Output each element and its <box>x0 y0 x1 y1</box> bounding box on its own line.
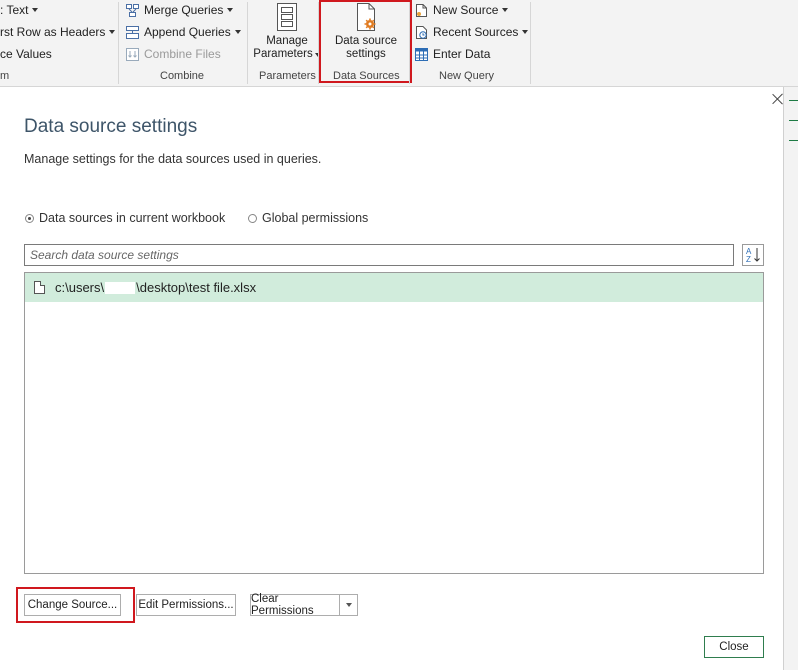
append-queries-label: Append Queries <box>144 25 231 39</box>
chevron-down-icon <box>345 603 352 607</box>
file-icon <box>34 281 45 294</box>
background-window-edge <box>783 87 798 670</box>
chevron-down-icon <box>32 8 39 12</box>
data-type-label: : Text <box>0 3 29 17</box>
append-queries-icon <box>126 25 139 39</box>
ribbon-divider <box>530 2 531 84</box>
replace-values-label: ce Values <box>0 47 52 61</box>
list-item[interactable]: c:\users\ \desktop\test file.xlsx <box>25 273 763 302</box>
ribbon-divider <box>409 2 410 84</box>
manage-parameters-line1: Manage <box>266 35 308 47</box>
enter-data-icon <box>415 47 428 61</box>
new-source-icon <box>415 3 428 17</box>
radio-current-workbook-label: Data sources in current workbook <box>39 211 226 225</box>
combine-files-label: Combine Files <box>144 47 221 61</box>
combine-files-button[interactable]: Combine Files <box>126 47 221 61</box>
new-query-group-label: New Query <box>439 70 495 82</box>
clear-permissions-dropdown[interactable] <box>339 594 358 616</box>
radio-unselected-icon <box>248 213 257 223</box>
radio-current-workbook[interactable]: Data sources in current workbook <box>25 211 225 225</box>
dialog-subtitle: Manage settings for the data sources use… <box>24 152 322 166</box>
chevron-down-icon <box>522 30 529 34</box>
parameters-group-label: Parameters <box>259 70 316 82</box>
dialog-title: Data source settings <box>24 116 198 137</box>
recent-sources-label: Recent Sources <box>433 25 519 39</box>
replace-values-button[interactable]: ce Values <box>0 47 52 61</box>
append-queries-button[interactable]: Append Queries <box>126 25 241 39</box>
sort-az-icon: A Z <box>746 247 760 264</box>
radio-global-permissions[interactable]: Global permissions <box>248 211 368 225</box>
use-first-row-as-headers-button[interactable]: rst Row as Headers <box>0 25 116 39</box>
ribbon-divider <box>247 2 248 84</box>
source-path-suffix: \desktop\test file.xlsx <box>136 280 257 295</box>
ribbon: : Text rst Row as Headers ce Values m Me… <box>0 0 798 87</box>
chevron-down-icon <box>227 8 234 12</box>
recent-sources-icon <box>415 25 428 39</box>
chevron-down-icon <box>109 30 116 34</box>
edit-permissions-button[interactable]: Edit Permissions... <box>136 594 236 616</box>
data-type-button[interactable]: : Text <box>0 3 39 17</box>
merge-queries-label: Merge Queries <box>144 3 224 17</box>
source-path-prefix: c:\users\ <box>55 280 105 295</box>
svg-text:Z: Z <box>746 255 751 264</box>
data-sources-list <box>24 272 764 574</box>
clear-permissions-button[interactable]: Clear Permissions <box>250 593 340 617</box>
enter-data-button[interactable]: Enter Data <box>415 47 490 61</box>
recent-sources-button[interactable]: Recent Sources <box>415 25 529 39</box>
new-source-label: New Source <box>433 3 499 17</box>
redacted-username <box>105 281 136 294</box>
highlight-box-change-source <box>16 587 135 623</box>
combine-group-label: Combine <box>160 70 205 82</box>
manage-parameters-button[interactable]: Manage Parameters <box>252 3 322 65</box>
parameters-icon <box>275 3 299 31</box>
merge-queries-button[interactable]: Merge Queries <box>126 3 234 17</box>
sort-button[interactable]: A Z <box>742 244 764 266</box>
new-source-button[interactable]: New Source <box>415 3 509 17</box>
radio-global-permissions-label: Global permissions <box>262 211 369 225</box>
radio-selected-icon <box>25 213 34 223</box>
combine-files-icon <box>126 47 139 61</box>
chevron-down-icon <box>234 30 241 34</box>
merge-queries-icon <box>126 3 139 17</box>
highlight-box-data-source-settings <box>319 0 412 83</box>
search-input[interactable] <box>24 244 734 266</box>
transform-group-label: m <box>0 70 10 82</box>
close-button[interactable]: Close <box>704 636 764 658</box>
close-icon[interactable] <box>771 92 785 106</box>
first-row-headers-label: rst Row as Headers <box>0 25 106 39</box>
ribbon-divider <box>118 2 119 84</box>
chevron-down-icon <box>502 8 509 12</box>
manage-parameters-line2: Parameters <box>253 48 313 60</box>
enter-data-label: Enter Data <box>433 47 491 61</box>
